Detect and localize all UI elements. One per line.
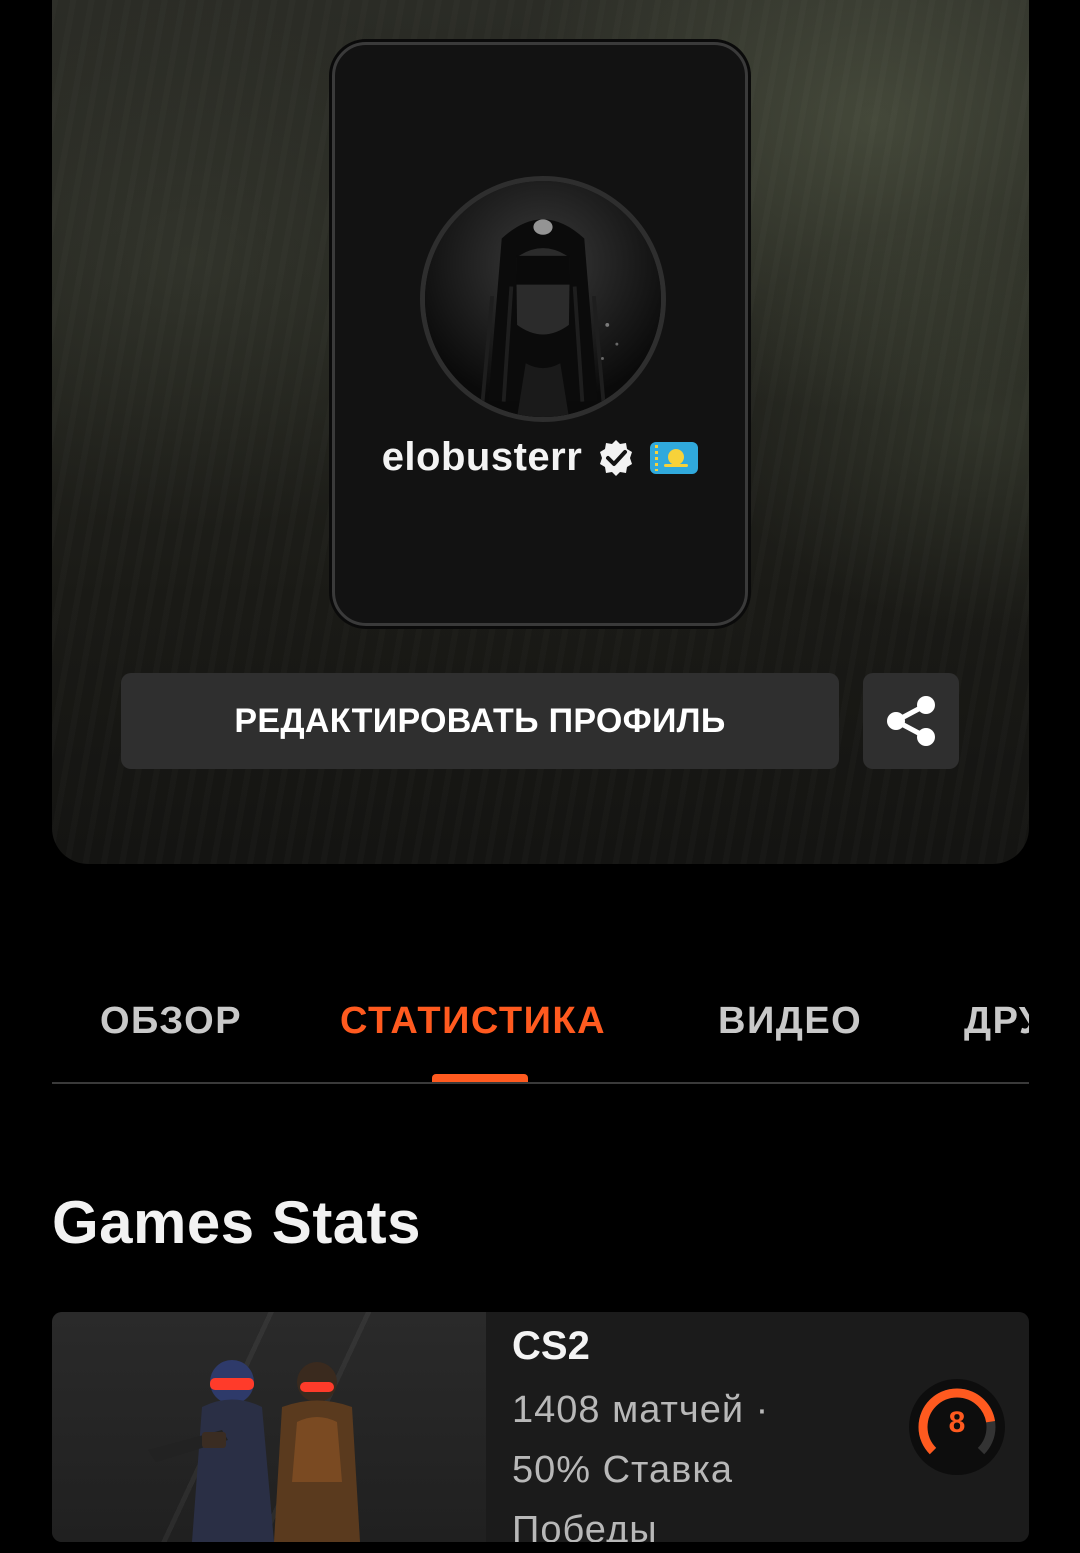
level-number: 8: [948, 1406, 966, 1439]
skill-level-badge: 8: [908, 1378, 1006, 1476]
game-title: CS2: [512, 1324, 590, 1368]
profile-page: elobusterr РЕДАКТИРОВАТЬ ПРОФИЛЬ ОБЗОР С…: [0, 0, 1080, 1553]
tab-overview[interactable]: ОБЗОР: [100, 1000, 242, 1043]
tab-friends[interactable]: ДРУЗЬЯ: [964, 1000, 1029, 1043]
game-stats-text: 1408 матчей · 50% Ставка Победы: [512, 1380, 832, 1542]
username-row: elobusterr: [335, 435, 745, 480]
kazakhstan-flag-icon: [650, 441, 699, 474]
profile-card: elobusterr: [332, 42, 748, 626]
tab-statistics[interactable]: СТАТИСТИКА: [340, 1000, 606, 1043]
share-button[interactable]: [863, 673, 959, 769]
share-icon: [887, 696, 935, 746]
tab-videos[interactable]: ВИДЕО: [718, 1000, 862, 1043]
section-title: Games Stats: [52, 1189, 422, 1256]
verified-badge-icon: [600, 439, 633, 476]
game-cover-image: [52, 1312, 486, 1542]
avatar-image: [425, 181, 661, 417]
profile-tabs: ОБЗОР СТАТИСТИКА ВИДЕО ДРУЗЬЯ: [52, 960, 1029, 1084]
cs2-agents-image: [148, 1360, 360, 1542]
edit-profile-button[interactable]: РЕДАКТИРОВАТЬ ПРОФИЛЬ: [121, 673, 839, 769]
active-tab-indicator: [432, 1074, 528, 1082]
avatar[interactable]: [420, 176, 666, 422]
game-card-cs2[interactable]: CS2 1408 матчей · 50% Ставка Победы 8: [52, 1312, 1029, 1542]
username: elobusterr: [381, 435, 583, 479]
matches-count: 1408 матчей ·: [512, 1389, 770, 1431]
win-rate-suffix: Победы: [512, 1509, 658, 1542]
win-rate: 50% Ставка: [512, 1449, 733, 1491]
